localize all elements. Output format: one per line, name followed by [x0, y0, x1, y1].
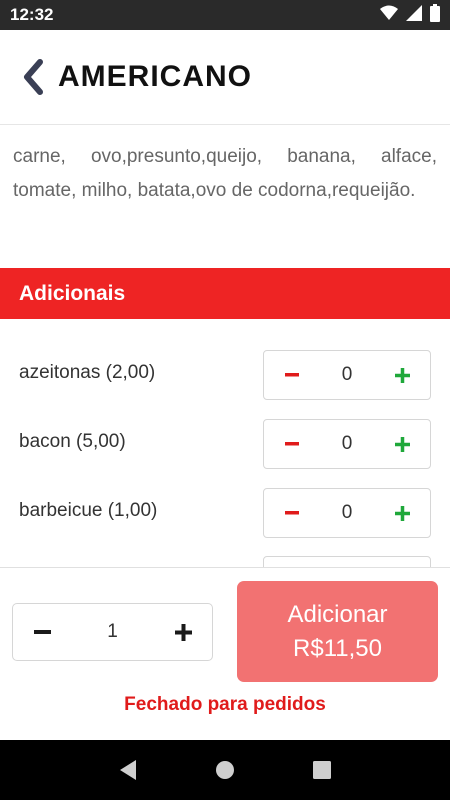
addon-label: barbeicue (1,00) — [19, 500, 158, 521]
addon-increment-button[interactable] — [375, 489, 430, 537]
add-button-label: Adicionar — [287, 600, 388, 628]
plus-icon — [174, 623, 192, 641]
signal-icon — [406, 4, 422, 26]
addon-quantity-stepper: 0 — [263, 350, 431, 400]
page-title: AMERICANO — [58, 60, 252, 93]
addon-row: barbeicue (1,00) 0 — [0, 488, 450, 538]
addons-title: Adicionais — [19, 281, 126, 305]
status-time: 12:32 — [10, 5, 54, 24]
home-circle-icon — [215, 761, 234, 779]
quantity-stepper: 1 — [12, 603, 213, 661]
addons-list[interactable]: azeitonas (2,00) 0 bacon (5,00) 0 barbei… — [0, 340, 450, 568]
system-nav-bar — [0, 740, 450, 800]
chevron-left-icon — [24, 59, 43, 95]
addon-decrement-button[interactable] — [264, 420, 319, 468]
addon-decrement-button[interactable] — [264, 489, 319, 537]
back-triangle-icon — [120, 760, 137, 780]
addons-section-header: Adicionais — [0, 268, 450, 319]
closed-message: Fechado para pedidos — [124, 694, 326, 715]
addon-decrement-button[interactable] — [264, 351, 319, 399]
addon-label: bacon (5,00) — [19, 431, 126, 452]
nav-recents-button[interactable] — [302, 750, 342, 790]
quantity-decrement-button[interactable] — [13, 604, 71, 660]
product-description: carne, ovo,presunto,queijo, banana, alfa… — [13, 146, 437, 201]
plus-icon — [395, 505, 410, 521]
addon-row: azeitonas (2,00) 0 — [0, 350, 450, 400]
minus-icon — [284, 511, 299, 515]
battery-icon — [430, 3, 440, 27]
back-button[interactable] — [18, 57, 48, 97]
recents-square-icon — [312, 761, 331, 779]
add-to-cart-button[interactable]: Adicionar R$11,50 — [237, 581, 438, 682]
app-header: AMERICANO — [0, 30, 450, 125]
addon-quantity-value: 0 — [341, 502, 353, 523]
minus-icon — [284, 442, 299, 446]
minus-icon — [33, 630, 51, 634]
status-icons — [380, 3, 440, 27]
nav-back-button[interactable] — [108, 750, 148, 790]
addon-quantity-value: 0 — [341, 364, 353, 385]
plus-icon — [395, 367, 410, 383]
minus-icon — [284, 373, 299, 377]
addon-increment-button[interactable] — [375, 420, 430, 468]
plus-icon — [395, 436, 410, 452]
wifi-icon — [380, 5, 398, 26]
order-footer: 1 Adicionar R$11,50 Fechado para pedidos — [0, 567, 450, 740]
addon-quantity-value: 0 — [341, 433, 353, 454]
addon-label: azeitonas (2,00) — [19, 362, 156, 383]
nav-home-button[interactable] — [205, 750, 245, 790]
quantity-increment-button[interactable] — [154, 604, 212, 660]
addon-quantity-stepper: 0 — [263, 488, 431, 538]
addon-row: bacon (5,00) 0 — [0, 419, 450, 469]
addon-increment-button[interactable] — [375, 351, 430, 399]
quantity-value: 1 — [107, 621, 118, 642]
status-bar: 12:32 — [0, 0, 450, 30]
addon-quantity-stepper: 0 — [263, 419, 431, 469]
add-button-price: R$11,50 — [293, 634, 382, 662]
